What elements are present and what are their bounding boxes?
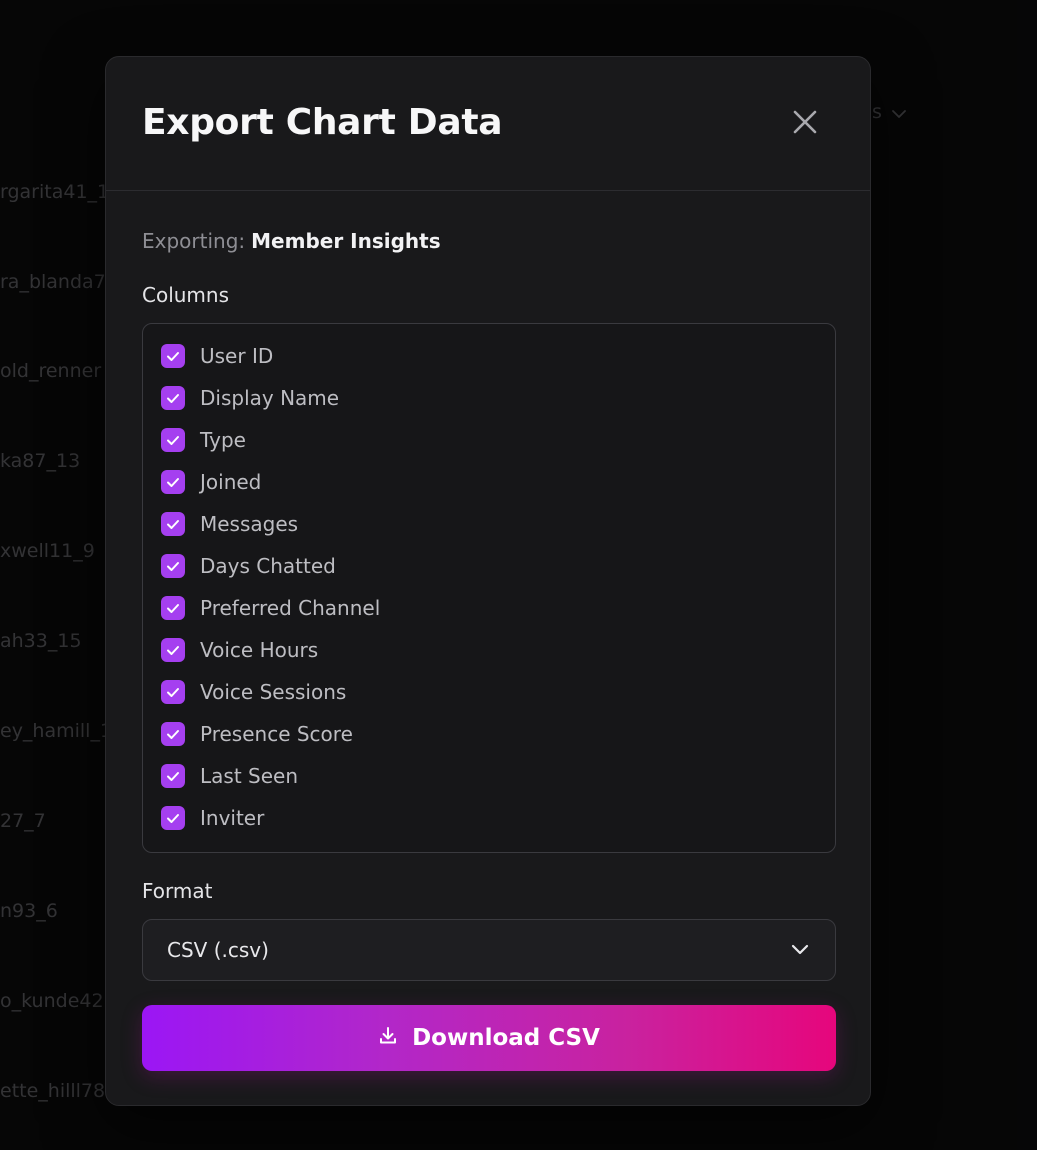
column-checkbox-item[interactable]: Messages [161,510,298,538]
column-label: Display Name [200,386,340,410]
column-checkbox-item[interactable]: Type [161,426,246,454]
checkbox[interactable] [161,512,185,536]
close-icon [792,109,818,139]
exporting-label: Exporting: [142,229,246,253]
column-checkbox-item[interactable]: Joined [161,468,261,496]
column-checkbox-item[interactable]: Presence Score [161,720,353,748]
check-icon [167,729,179,739]
checkbox[interactable] [161,554,185,578]
column-checkbox-item[interactable]: Display Name [161,384,339,412]
download-icon [378,1026,398,1050]
column-label: Last Seen [200,764,298,788]
check-icon [167,645,179,655]
column-label: Voice Sessions [200,680,347,704]
column-checkbox-item[interactable]: Voice Sessions [161,678,346,706]
columns-list: User ID Display Name Type Joined Messages Day… [142,323,836,853]
checkbox[interactable] [161,428,185,452]
check-icon [167,603,179,613]
modal-header: Export Chart Data [106,57,870,191]
close-button[interactable] [786,105,824,143]
checkbox[interactable] [161,344,185,368]
check-icon [167,813,179,823]
checkbox[interactable] [161,470,185,494]
check-icon [167,351,179,361]
download-csv-label: Download CSV [412,1025,600,1051]
column-label: Voice Hours [200,638,319,662]
chevron-down-icon [791,941,809,960]
column-checkbox-item[interactable]: User ID [161,342,273,370]
exporting-value: Member Insights [251,229,441,253]
checkbox[interactable] [161,722,185,746]
column-checkbox-item[interactable]: Last Seen [161,762,298,790]
check-icon [167,477,179,487]
checkbox[interactable] [161,638,185,662]
check-icon [167,561,179,571]
check-icon [167,771,179,781]
column-checkbox-item[interactable]: Days Chatted [161,552,336,580]
check-icon [167,519,179,529]
checkbox[interactable] [161,680,185,704]
exporting-info: Exporting: Member Insights [142,227,441,255]
columns-label: Columns [142,283,230,307]
column-checkbox-item[interactable]: Voice Hours [161,636,318,664]
format-label: Format [142,879,213,903]
column-label: Presence Score [200,722,353,746]
modal-title: Export Chart Data [142,102,503,143]
check-icon [167,687,179,697]
download-csv-button[interactable]: Download CSV [142,1005,836,1071]
format-selected-value: CSV (.csv) [167,938,269,962]
checkbox[interactable] [161,596,185,620]
check-icon [167,393,179,403]
checkbox[interactable] [161,806,185,830]
column-label: User ID [200,344,274,368]
column-label: Preferred Channel [200,596,381,620]
format-select[interactable]: CSV (.csv) [142,919,836,981]
check-icon [167,435,179,445]
column-label: Type [200,428,246,452]
column-checkbox-item[interactable]: Inviter [161,804,264,832]
column-label: Messages [200,512,299,536]
checkbox[interactable] [161,764,185,788]
export-chart-data-modal: Export Chart Data Exporting: Member Insig… [105,56,871,1106]
column-label: Days Chatted [200,554,336,578]
column-label: Joined [200,470,262,494]
checkbox[interactable] [161,386,185,410]
column-label: Inviter [200,806,265,830]
column-checkbox-item[interactable]: Preferred Channel [161,594,380,622]
